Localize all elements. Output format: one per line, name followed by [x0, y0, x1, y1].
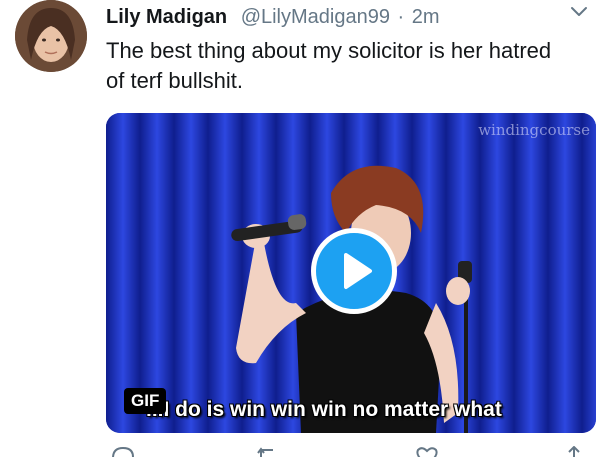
- profile-photo: [15, 0, 87, 72]
- tweet-header: Lily Madigan @LilyMadigan99 · 2m: [106, 5, 600, 31]
- play-icon: [344, 253, 372, 289]
- like-icon[interactable]: [414, 446, 440, 457]
- avatar[interactable]: [15, 0, 87, 72]
- share-icon[interactable]: [561, 446, 587, 457]
- tweet-text-line: The best thing about my solicitor is her…: [106, 38, 552, 63]
- tweet-text: The best thing about my solicitor is her…: [106, 36, 596, 96]
- gif-badge: GIF: [124, 388, 167, 414]
- chevron-down-icon[interactable]: [570, 6, 588, 18]
- tweet-actions: [106, 446, 596, 457]
- user-handle[interactable]: @LilyMadigan99: [241, 6, 390, 28]
- separator: ·: [397, 6, 405, 28]
- reply-icon[interactable]: [110, 446, 136, 457]
- watermark: windingcourse: [478, 121, 590, 139]
- retweet-icon[interactable]: [256, 446, 282, 457]
- timestamp[interactable]: 2m: [412, 6, 440, 28]
- tweet-text-line: of terf bullshit.: [106, 68, 243, 93]
- gif-media[interactable]: windingcourse ...I do is win win win no …: [106, 113, 596, 433]
- gif-caption: ...I do is win win win no matter what: [146, 398, 502, 421]
- display-name[interactable]: Lily Madigan: [106, 6, 227, 28]
- play-button[interactable]: [311, 228, 397, 314]
